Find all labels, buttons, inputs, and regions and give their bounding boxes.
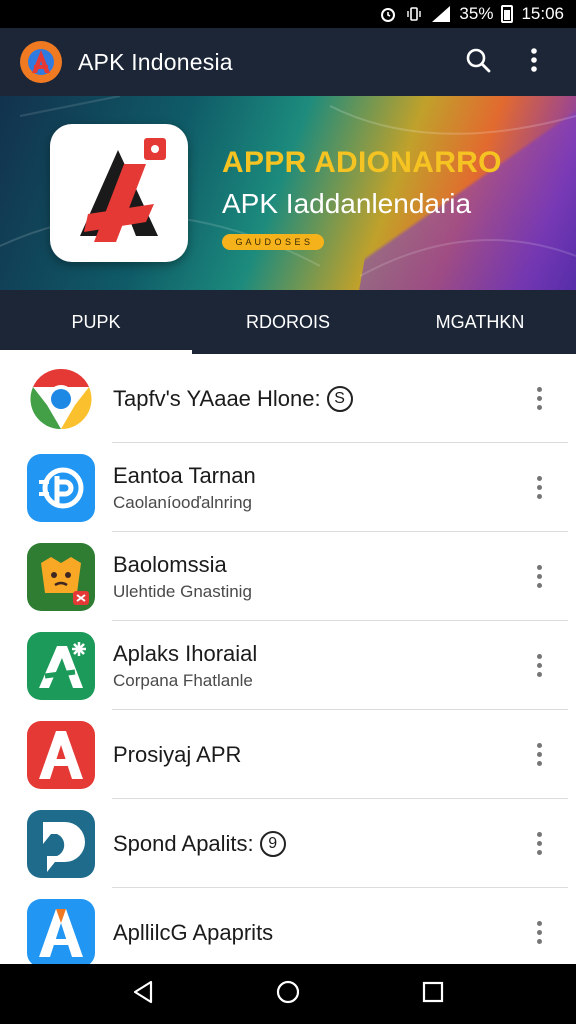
count-badge: S <box>326 385 353 412</box>
overflow-menu-icon <box>530 47 538 78</box>
app-title: Spond Apalits: <box>113 830 254 856</box>
battery-percent: 35% <box>459 4 494 23</box>
item-menu-button[interactable] <box>524 555 554 599</box>
overflow-dot <box>536 850 542 855</box>
app-title: Prosiyaj APR <box>113 741 242 767</box>
home-icon <box>276 980 300 1009</box>
overflow-dot <box>536 583 542 588</box>
list-item[interactable]: Spond Apalits: 9 <box>0 799 576 888</box>
app-subtitle: Corpana Fhatlanle <box>113 670 253 690</box>
banner-subtitle: APK Iaddanlendaria <box>222 188 472 219</box>
overflow-menu-button[interactable] <box>512 40 556 84</box>
overflow-dot <box>536 761 542 766</box>
signal-icon <box>431 5 451 23</box>
app-subtitle: Ulehtide Gnastinig <box>113 581 252 601</box>
overflow-dot <box>536 939 542 944</box>
chrome-like-icon <box>27 365 95 433</box>
tab-mgathkn[interactable]: MGATHKN <box>384 290 576 354</box>
overflow-dot <box>536 396 542 401</box>
overflow-dot <box>536 654 542 659</box>
overflow-dot <box>536 565 542 570</box>
blue-d-icon <box>27 809 95 878</box>
recents-button[interactable] <box>411 972 455 1016</box>
overflow-dot <box>536 841 542 846</box>
item-menu-button[interactable] <box>524 377 554 421</box>
overflow-dot <box>536 405 542 410</box>
recents-icon <box>422 981 444 1008</box>
green-a-icon <box>27 631 95 700</box>
search-button[interactable] <box>456 40 500 84</box>
overflow-dot <box>536 672 542 677</box>
list-item[interactable]: Eantoa Tarnan Caolaníooďalnring <box>0 443 576 532</box>
app-title: ApllilcG Apaprits <box>113 919 274 945</box>
alarm-icon <box>379 5 397 23</box>
overflow-dot <box>536 832 542 837</box>
list-item[interactable]: Tapfv's YAaae Hlone: S <box>0 354 576 443</box>
overflow-dot <box>536 494 542 499</box>
banner-app-icon <box>50 124 188 262</box>
overflow-dot <box>536 476 542 481</box>
list-item[interactable]: Baolomssia Ulehtide Gnastinig <box>0 532 576 621</box>
overflow-dot <box>536 752 542 757</box>
app-list: Tapfv's YAaae Hlone: S Eantoa Tarnan Caol… <box>0 354 576 964</box>
app-logo-icon <box>20 41 62 83</box>
home-button[interactable] <box>266 972 310 1016</box>
app-title: Tapfv's YAaae Hlone: <box>113 385 321 411</box>
clock: 15:06 <box>521 4 564 23</box>
system-nav-bar <box>0 964 576 1024</box>
app-bar: APK Indonesia <box>0 28 576 96</box>
red-a-icon <box>27 720 95 789</box>
item-menu-button[interactable] <box>524 822 554 866</box>
app-title: Baolomssia <box>113 551 227 577</box>
banner-title: APPR ADIONARRO <box>222 146 502 179</box>
battery-icon <box>501 5 514 23</box>
overflow-dot <box>536 574 542 579</box>
app-subtitle: Caolaníooďalnring <box>113 492 252 512</box>
app-title: Aplaks Ihoraial <box>113 640 258 666</box>
list-item[interactable]: Aplaks Ihoraial Corpana Fhatlanle <box>0 621 576 710</box>
count-badge: 9 <box>259 830 286 857</box>
tab-pupk[interactable]: PUPK <box>0 290 192 354</box>
overflow-dot <box>536 387 542 392</box>
blue-a-icon <box>27 898 95 964</box>
item-menu-button[interactable] <box>524 644 554 688</box>
overflow-dot <box>536 485 542 490</box>
item-menu-button[interactable] <box>524 466 554 510</box>
overflow-dot <box>536 663 542 668</box>
back-icon <box>132 980 154 1009</box>
vibrate-icon <box>405 5 423 23</box>
search-icon <box>465 47 491 78</box>
item-menu-button[interactable] <box>524 911 554 955</box>
list-item[interactable]: ApllilcG Apaprits <box>0 888 576 964</box>
banner-pill[interactable]: G A U D O S E S <box>222 234 324 250</box>
back-button[interactable] <box>121 972 165 1016</box>
app-title: APK Indonesia <box>78 48 233 75</box>
featured-banner[interactable]: APPR ADIONARRO APK Iaddanlendaria G A U … <box>0 96 576 290</box>
overflow-dot <box>536 743 542 748</box>
tab-rdorois[interactable]: RDOROIS <box>192 290 384 354</box>
app-title: Eantoa Tarnan <box>113 462 256 488</box>
overflow-dot <box>536 930 542 935</box>
category-tabs: PUPK RDOROIS MGATHKN <box>0 290 576 354</box>
creature-icon <box>27 542 95 611</box>
blue-p-icon <box>27 453 95 522</box>
list-item[interactable]: Prosiyaj APR <box>0 710 576 799</box>
item-menu-button[interactable] <box>524 733 554 777</box>
status-bar: 35% 15:06 <box>0 0 576 28</box>
overflow-dot <box>536 921 542 926</box>
